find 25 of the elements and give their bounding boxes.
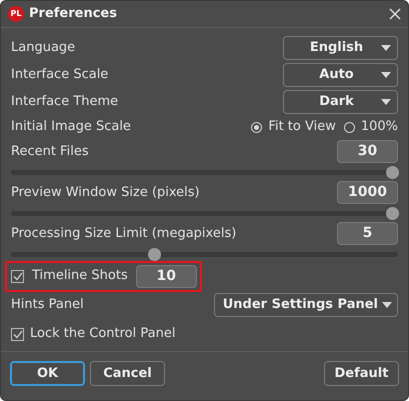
setting-label: Recent Files (11, 142, 89, 161)
setting-label: Interface Theme (11, 92, 118, 111)
setting-label: Lock the Control Panel (30, 325, 176, 344)
dropdown[interactable]: English (283, 36, 398, 60)
number-field[interactable]: 10 (136, 264, 197, 288)
number-field[interactable]: 1000 (337, 181, 398, 204)
app-logo: PL (8, 6, 24, 22)
setting-label: Hints Panel (11, 296, 84, 314)
setting-label: Preview Window Size (pixels) (11, 184, 200, 202)
setting-label: Initial Image Scale (11, 118, 131, 136)
window-title: Preferences (29, 5, 117, 24)
setting-label: Timeline Shots (32, 267, 128, 286)
setting-label: Processing Size Limit (megapixels) (11, 224, 236, 243)
number-field[interactable]: 30 (337, 140, 398, 163)
setting-label: Language (11, 38, 76, 57)
dialog-button[interactable]: Default (324, 361, 399, 386)
radio-label: 100% (360, 118, 398, 136)
dialog-button[interactable]: OK (10, 361, 85, 386)
setting-label: Interface Scale (11, 66, 108, 84)
dropdown[interactable]: Dark (283, 90, 398, 114)
dropdown[interactable]: Auto (283, 62, 398, 86)
dialog-button[interactable]: Cancel (90, 361, 165, 386)
number-field[interactable]: 5 (337, 222, 398, 245)
radio-label: Fit to View (268, 118, 336, 136)
dropdown[interactable]: Under Settings Panel (214, 293, 398, 317)
